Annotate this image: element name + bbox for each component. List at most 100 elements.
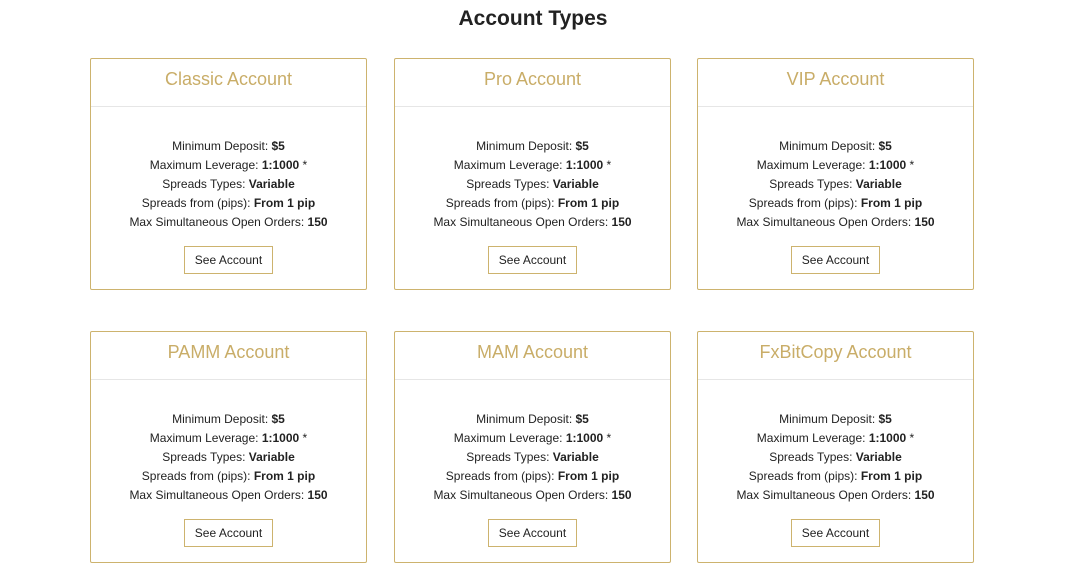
spreads-from-label: Spreads from (pips): bbox=[141, 469, 254, 483]
card-body: Minimum Deposit: $5 Maximum Leverage: 1:… bbox=[698, 380, 973, 547]
max-leverage-line: Maximum Leverage: 1:1000 * bbox=[698, 156, 973, 175]
spreads-types-line: Spreads Types: Variable bbox=[395, 448, 670, 467]
leverage-note: * bbox=[299, 158, 308, 172]
max-orders-line: Max Simultaneous Open Orders: 150 bbox=[395, 486, 670, 505]
spreads-from-line: Spreads from (pips): From 1 pip bbox=[91, 467, 366, 486]
account-card-mam: MAM Account Minimum Deposit: $5 Maximum … bbox=[394, 331, 671, 563]
card-title: PAMM Account bbox=[91, 332, 366, 380]
card-title: Pro Account bbox=[395, 59, 670, 107]
spreads-from-line: Spreads from (pips): From 1 pip bbox=[698, 467, 973, 486]
min-deposit-line: Minimum Deposit: $5 bbox=[91, 410, 366, 429]
spreads-from-value: From 1 pip bbox=[557, 196, 620, 210]
card-title: MAM Account bbox=[395, 332, 670, 380]
spreads-types-value: Variable bbox=[552, 450, 599, 464]
min-deposit-line: Minimum Deposit: $5 bbox=[395, 137, 670, 156]
account-card-pro: Pro Account Minimum Deposit: $5 Maximum … bbox=[394, 58, 671, 290]
max-leverage-line: Maximum Leverage: 1:1000 * bbox=[91, 429, 366, 448]
min-deposit-label: Minimum Deposit: bbox=[172, 412, 272, 426]
max-leverage-label: Maximum Leverage: bbox=[149, 158, 262, 172]
max-leverage-label: Maximum Leverage: bbox=[756, 431, 869, 445]
see-account-button[interactable]: See Account bbox=[487, 246, 578, 274]
spreads-from-line: Spreads from (pips): From 1 pip bbox=[91, 194, 366, 213]
leverage-note: * bbox=[906, 431, 915, 445]
spreads-types-line: Spreads Types: Variable bbox=[395, 175, 670, 194]
max-orders-value: 150 bbox=[914, 215, 935, 229]
max-orders-label: Max Simultaneous Open Orders: bbox=[433, 215, 612, 229]
max-orders-label: Max Simultaneous Open Orders: bbox=[736, 488, 915, 502]
max-leverage-label: Maximum Leverage: bbox=[453, 431, 566, 445]
max-orders-label: Max Simultaneous Open Orders: bbox=[433, 488, 612, 502]
max-orders-value: 150 bbox=[914, 488, 935, 502]
max-leverage-label: Maximum Leverage: bbox=[453, 158, 566, 172]
spreads-types-value: Variable bbox=[552, 177, 599, 191]
max-orders-line: Max Simultaneous Open Orders: 150 bbox=[698, 486, 973, 505]
leverage-note: * bbox=[906, 158, 915, 172]
min-deposit-value: $5 bbox=[878, 412, 892, 426]
spreads-from-label: Spreads from (pips): bbox=[141, 196, 254, 210]
min-deposit-label: Minimum Deposit: bbox=[476, 139, 576, 153]
spreads-from-value: From 1 pip bbox=[253, 469, 316, 483]
min-deposit-value: $5 bbox=[575, 412, 589, 426]
max-orders-value: 150 bbox=[307, 488, 328, 502]
max-leverage-value: 1:1000 bbox=[565, 158, 604, 172]
max-leverage-line: Maximum Leverage: 1:1000 * bbox=[395, 429, 670, 448]
card-title: VIP Account bbox=[698, 59, 973, 107]
spreads-types-label: Spreads Types: bbox=[466, 450, 553, 464]
spreads-types-value: Variable bbox=[855, 177, 902, 191]
min-deposit-line: Minimum Deposit: $5 bbox=[698, 410, 973, 429]
max-leverage-value: 1:1000 bbox=[261, 431, 300, 445]
spreads-types-line: Spreads Types: Variable bbox=[91, 448, 366, 467]
max-leverage-value: 1:1000 bbox=[565, 431, 604, 445]
max-leverage-label: Maximum Leverage: bbox=[756, 158, 869, 172]
spreads-types-line: Spreads Types: Variable bbox=[91, 175, 366, 194]
spreads-types-label: Spreads Types: bbox=[162, 450, 249, 464]
min-deposit-label: Minimum Deposit: bbox=[476, 412, 576, 426]
leverage-note: * bbox=[603, 431, 612, 445]
spreads-from-label: Spreads from (pips): bbox=[445, 196, 558, 210]
min-deposit-value: $5 bbox=[878, 139, 892, 153]
spreads-from-value: From 1 pip bbox=[860, 196, 923, 210]
min-deposit-line: Minimum Deposit: $5 bbox=[91, 137, 366, 156]
max-leverage-value: 1:1000 bbox=[868, 158, 907, 172]
spreads-types-value: Variable bbox=[248, 177, 295, 191]
see-account-button[interactable]: See Account bbox=[183, 246, 274, 274]
spreads-from-value: From 1 pip bbox=[860, 469, 923, 483]
leverage-note: * bbox=[603, 158, 612, 172]
max-orders-label: Max Simultaneous Open Orders: bbox=[736, 215, 915, 229]
card-body: Minimum Deposit: $5 Maximum Leverage: 1:… bbox=[91, 380, 366, 547]
see-account-button[interactable]: See Account bbox=[790, 246, 881, 274]
see-account-button[interactable]: See Account bbox=[790, 519, 881, 547]
see-account-button[interactable]: See Account bbox=[183, 519, 274, 547]
min-deposit-line: Minimum Deposit: $5 bbox=[395, 410, 670, 429]
spreads-from-label: Spreads from (pips): bbox=[748, 196, 861, 210]
spreads-from-value: From 1 pip bbox=[253, 196, 316, 210]
spreads-types-label: Spreads Types: bbox=[162, 177, 249, 191]
max-orders-label: Max Simultaneous Open Orders: bbox=[129, 488, 308, 502]
min-deposit-label: Minimum Deposit: bbox=[172, 139, 272, 153]
card-title: Classic Account bbox=[91, 59, 366, 107]
min-deposit-value: $5 bbox=[271, 412, 285, 426]
spreads-from-label: Spreads from (pips): bbox=[748, 469, 861, 483]
max-orders-line: Max Simultaneous Open Orders: 150 bbox=[395, 213, 670, 232]
card-body: Minimum Deposit: $5 Maximum Leverage: 1:… bbox=[91, 107, 366, 274]
min-deposit-value: $5 bbox=[271, 139, 285, 153]
spreads-types-label: Spreads Types: bbox=[769, 450, 856, 464]
spreads-from-line: Spreads from (pips): From 1 pip bbox=[698, 194, 973, 213]
spreads-from-line: Spreads from (pips): From 1 pip bbox=[395, 194, 670, 213]
min-deposit-label: Minimum Deposit: bbox=[779, 139, 879, 153]
card-title: FxBitCopy Account bbox=[698, 332, 973, 380]
min-deposit-value: $5 bbox=[575, 139, 589, 153]
max-leverage-label: Maximum Leverage: bbox=[149, 431, 262, 445]
max-orders-line: Max Simultaneous Open Orders: 150 bbox=[91, 213, 366, 232]
max-orders-value: 150 bbox=[611, 215, 632, 229]
see-account-button[interactable]: See Account bbox=[487, 519, 578, 547]
account-card-classic: Classic Account Minimum Deposit: $5 Maxi… bbox=[90, 58, 367, 290]
spreads-from-label: Spreads from (pips): bbox=[445, 469, 558, 483]
max-leverage-value: 1:1000 bbox=[261, 158, 300, 172]
max-leverage-line: Maximum Leverage: 1:1000 * bbox=[91, 156, 366, 175]
card-body: Minimum Deposit: $5 Maximum Leverage: 1:… bbox=[698, 107, 973, 274]
card-body: Minimum Deposit: $5 Maximum Leverage: 1:… bbox=[395, 380, 670, 547]
account-card-vip: VIP Account Minimum Deposit: $5 Maximum … bbox=[697, 58, 974, 290]
max-orders-value: 150 bbox=[307, 215, 328, 229]
max-leverage-line: Maximum Leverage: 1:1000 * bbox=[395, 156, 670, 175]
